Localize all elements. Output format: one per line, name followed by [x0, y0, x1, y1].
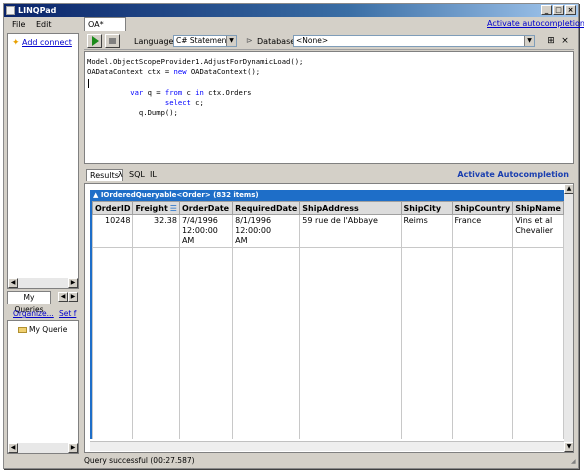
tree-scroll-right-icon[interactable]: ▶ [68, 443, 78, 453]
table-cell: 7/4/1996 12:00:00 AM [178, 214, 234, 248]
scroll-left-icon[interactable]: ◀ [8, 278, 18, 288]
code-keyword: new [173, 67, 187, 76]
stop-button[interactable] [105, 34, 120, 48]
tab-scroll-right-icon[interactable]: ▶ [68, 292, 78, 302]
result-set-header[interactable]: ▲ IOrderedQueryable<Order> (832 items) [90, 190, 564, 201]
language-label: Language [134, 37, 174, 46]
code-keyword: select [164, 98, 191, 107]
tab-query-oa[interactable]: OA* [84, 17, 126, 31]
results-panel: ▲ IOrderedQueryable<Order> (832 items) O… [84, 183, 574, 453]
column-header-freight[interactable]: Freight ☰ [132, 201, 180, 215]
linqpad-app-icon [6, 6, 15, 15]
title-bar: LINQPad _ □ × [4, 4, 578, 17]
column-header[interactable]: ShipCity [400, 201, 453, 215]
my-queries-tree: My Querie ◀ ▶ [7, 320, 79, 454]
add-connection-icon: ✦ [12, 38, 20, 48]
results-hscrollbar[interactable] [90, 441, 564, 451]
code-line: Model.ObjectScopeProvider1.AdjustForDyna… [87, 57, 304, 66]
minimize-button[interactable]: _ [541, 5, 552, 15]
table-cell: 59 rue de l'Abbaye [299, 214, 402, 248]
code-line: OADataContext ctx = new OADataContext(); [87, 67, 261, 76]
run-button[interactable] [87, 34, 102, 48]
menu-file[interactable]: File [12, 20, 25, 30]
table-row: 10248 32.38 7/4/1996 12:00:00 AM 8/1/199… [92, 214, 564, 248]
text-caret [88, 79, 89, 88]
menu-bar: File Edit [4, 18, 82, 32]
tab-il[interactable]: IL [150, 169, 157, 180]
status-bar: Query successful (00:27.587) [84, 456, 195, 465]
chevron-down-icon: ▼ [226, 36, 236, 46]
tree-item-my-queries[interactable]: My Querie [18, 325, 67, 334]
results-vscrollbar[interactable]: ▲ ▼ [564, 184, 573, 452]
column-header[interactable]: ShipAddress [299, 201, 402, 215]
scroll-down-icon[interactable]: ▼ [564, 442, 573, 452]
results-tabs: Results λ SQL IL Activate Autocompletion [84, 168, 574, 181]
table-cell: 10248 [92, 214, 134, 248]
resize-grip-icon[interactable]: ◢ [571, 458, 579, 466]
play-icon [92, 36, 99, 46]
database-select-value: <None> [296, 36, 329, 45]
code-line: var q = from c in ctx.Orders [130, 88, 252, 97]
table-cell: 8/1/1996 12:00:00 AM [232, 214, 301, 248]
table-filler-row [92, 247, 564, 439]
database-label: Database [257, 37, 296, 46]
table-cell: Vins et al Chevalier [512, 214, 564, 248]
scroll-right-icon[interactable]: ▶ [68, 278, 78, 288]
my-queries-tabs: My Queries ◀ ▶ [7, 291, 79, 314]
tree-scroll-left-icon[interactable]: ◀ [8, 443, 18, 453]
column-header[interactable]: OrderID [92, 201, 134, 215]
result-grid: OrderID Freight ☰ OrderDate RequiredDate … [92, 201, 564, 439]
pin-icon[interactable]: ⊞ [545, 35, 557, 47]
column-header[interactable]: ShipName [512, 201, 564, 215]
close-button[interactable]: × [565, 5, 576, 15]
code-keyword: var [130, 88, 144, 97]
tab-lambda[interactable]: λ [118, 169, 123, 180]
language-select[interactable]: C# Statement(s) ▼ [173, 35, 237, 47]
maximize-button[interactable]: □ [553, 5, 564, 15]
code-line: q.Dump(); [87, 108, 178, 117]
linqpad-window: LINQPad _ □ × File Edit ✦ Add connect ◀ ▶… [3, 3, 584, 469]
organize-link[interactable]: Organize... [13, 309, 54, 318]
tab-my-queries[interactable]: My Queries [7, 291, 51, 314]
scroll-up-icon[interactable]: ▲ [564, 184, 573, 194]
tree-hscrollbar[interactable]: ◀ ▶ [8, 443, 78, 453]
folder-icon [18, 327, 27, 333]
column-header[interactable]: RequiredDate [232, 201, 301, 215]
database-select[interactable]: <None> ▼ [293, 35, 535, 47]
tab-scroll-left-icon[interactable]: ◀ [58, 292, 68, 302]
code-editor[interactable]: Model.ObjectScopeProvider1.AdjustForDyna… [84, 51, 574, 164]
grid-header-row: OrderID Freight ☰ OrderDate RequiredDate … [92, 201, 564, 215]
table-cell: France [451, 214, 514, 248]
column-header[interactable]: OrderDate [178, 201, 234, 215]
add-connection-link[interactable]: ✦ Add connect [12, 38, 72, 48]
code-line: select c; [164, 98, 204, 107]
chevron-down-icon: ▼ [524, 36, 534, 46]
column-header[interactable]: ShipCountry [451, 201, 514, 215]
activate-autocompletion-link[interactable]: Activate autocompletion [487, 19, 584, 28]
sort-icon[interactable]: ☰ [170, 204, 177, 213]
connections-hscrollbar[interactable]: ◀ ▶ [8, 278, 78, 288]
database-icon: ⊳ [246, 36, 253, 45]
collapse-icon: ▲ [93, 191, 101, 199]
code-keyword: in [195, 88, 204, 97]
stop-icon [109, 38, 116, 44]
table-cell: 32.38 [132, 214, 180, 248]
code-keyword: from [164, 88, 183, 97]
query-toolbar: Language C# Statement(s) ▼ ⊳ Database <N… [84, 33, 574, 50]
connections-pane: ✦ Add connect ◀ ▶ [7, 33, 79, 289]
result-grid-container: OrderID Freight ☰ OrderDate RequiredDate … [90, 201, 564, 439]
close-query-icon[interactable]: × [559, 35, 571, 47]
window-title: LINQPad [18, 6, 57, 15]
tab-sql[interactable]: SQL [129, 169, 145, 180]
set-folder-link[interactable]: Set f [59, 309, 76, 318]
activate-autocompletion-button[interactable]: Activate Autocompletion [457, 170, 569, 179]
table-cell: Reims [400, 214, 453, 248]
menu-edit[interactable]: Edit [36, 20, 52, 30]
